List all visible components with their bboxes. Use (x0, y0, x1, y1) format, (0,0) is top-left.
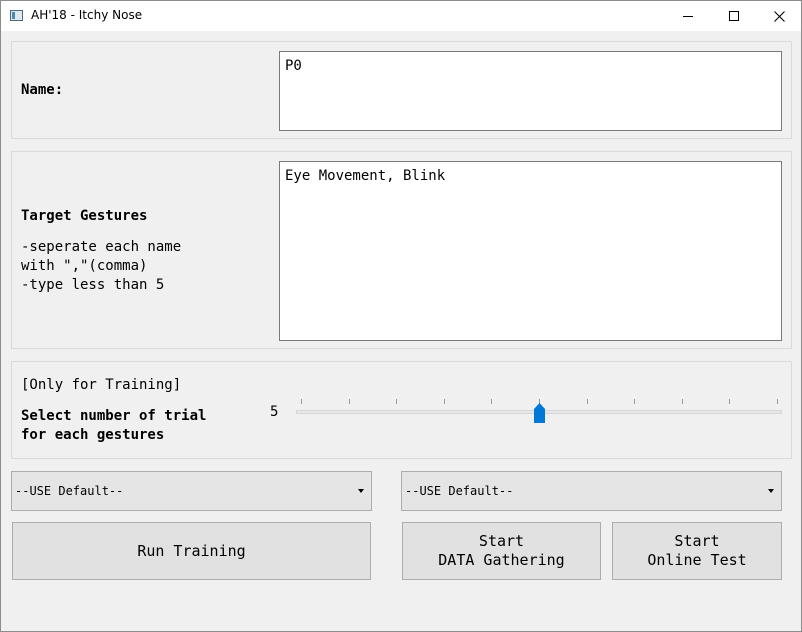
start-online-test-button[interactable]: Start Online Test (612, 522, 782, 580)
slider-tick (443, 399, 445, 404)
minimize-button[interactable] (665, 1, 711, 31)
chevron-down-icon (358, 489, 364, 493)
gestures-hint: -seperate each name with ","(comma) -typ… (21, 239, 182, 293)
trial-count-value: 5 (270, 404, 279, 420)
app-icon (10, 10, 23, 21)
slider-tick (396, 399, 398, 404)
title-bar[interactable]: AH'18 - Itchy Nose (1, 1, 801, 31)
chevron-down-icon (768, 489, 774, 493)
gestures-input[interactable]: Eye Movement, Blink (279, 161, 782, 341)
slider-tick (348, 399, 350, 404)
name-input[interactable]: P0 (279, 51, 782, 131)
slider-tick (634, 399, 636, 404)
maximize-icon (729, 11, 739, 21)
model-select-2-value: --USE Default-- (405, 484, 514, 498)
close-icon (773, 10, 785, 22)
slider-tick (777, 399, 778, 404)
slider-tick (729, 399, 731, 404)
maximize-button[interactable] (711, 1, 757, 31)
model-select-1-value: --USE Default-- (15, 484, 124, 498)
model-select-1[interactable]: --USE Default-- (11, 471, 372, 511)
trial-count-label: Select number of trial for each gestures (21, 408, 207, 443)
slider-tick (491, 399, 493, 404)
slider-tick (681, 399, 683, 404)
name-label: Name: (21, 82, 64, 98)
model-select-2[interactable]: --USE Default-- (401, 471, 782, 511)
gestures-title: Target Gestures (21, 208, 148, 224)
close-button[interactable] (756, 1, 802, 31)
start-data-gathering-button[interactable]: Start DATA Gathering (402, 522, 601, 580)
training-only-label: [Only for Training] (21, 377, 182, 393)
window-title: AH'18 - Itchy Nose (31, 8, 143, 22)
slider-tick (301, 399, 302, 404)
run-training-button[interactable]: Run Training (12, 522, 371, 580)
minimize-icon (683, 15, 693, 17)
slider-tick (586, 399, 588, 404)
